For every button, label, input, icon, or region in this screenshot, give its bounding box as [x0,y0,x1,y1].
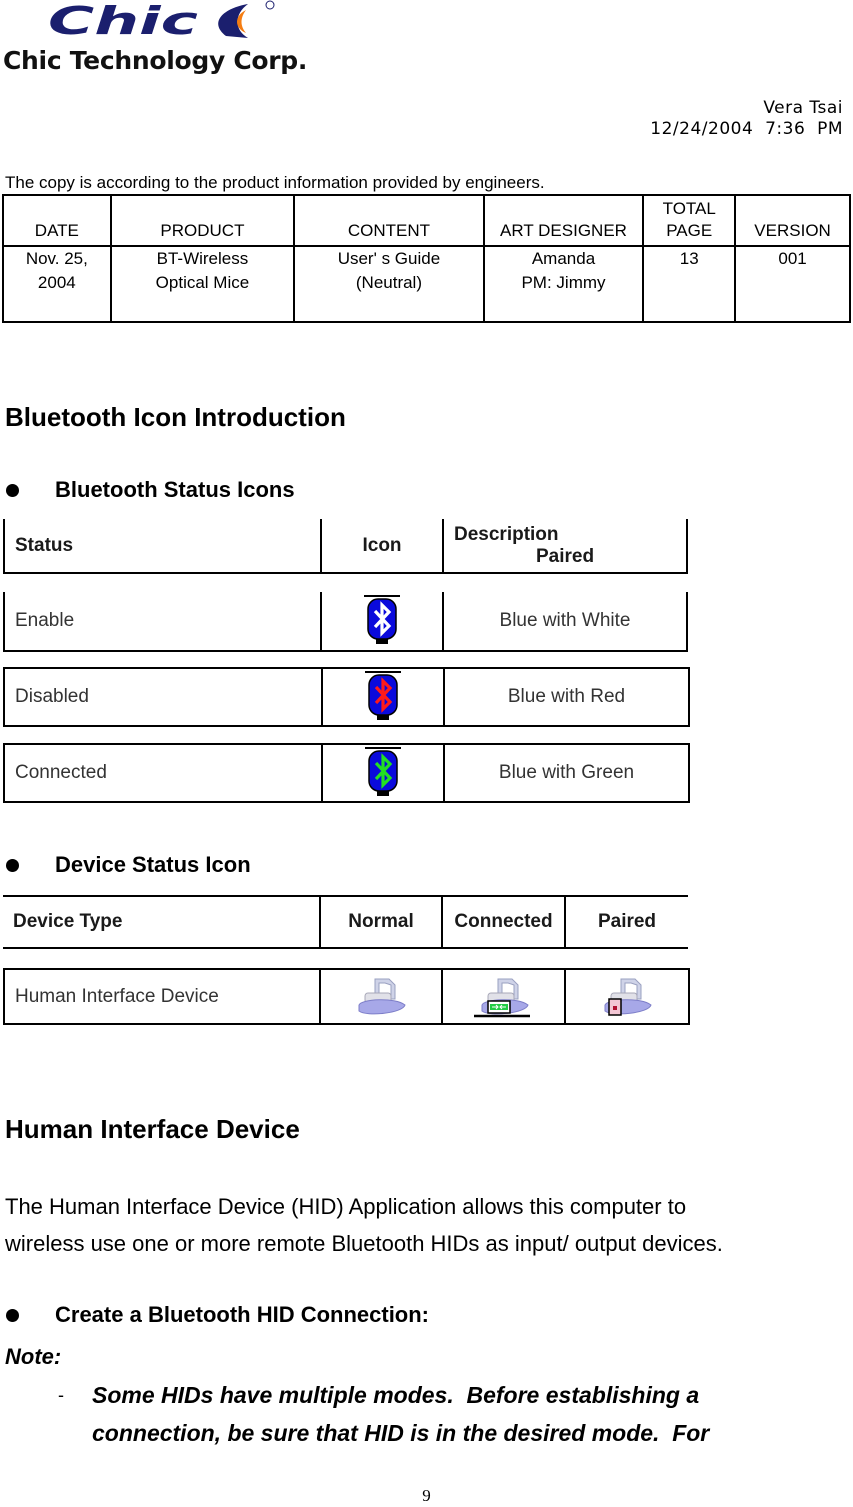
description-cell: Blue with Green [498,762,635,783]
copy-note: The copy is according to the product inf… [5,173,545,192]
bullet-bluetooth-status-icons: Bluetooth Status Icons [2,477,295,503]
date-line1: Nov. 25, [25,249,88,268]
connected-icon-cell [443,970,566,1023]
bt-status-row: Enable Blue with White [3,592,688,652]
hid-paragraph-line1: The Human Interface Device (HID) Applica… [5,1194,687,1219]
bt-status-row: Connected Blue with Green [3,743,690,803]
description-subheader-paired: Paired [536,545,595,567]
header-total-line2: PAGE [666,221,713,240]
header-version: VERSION [734,194,851,247]
bullet-dot-icon [6,858,19,872]
document-info-table: DATE PRODUCT CONTENT ART DESIGNER TOTAL P… [2,194,851,323]
device-type-cell: Human Interface Device [5,970,321,1023]
value-total-page: 13 [642,245,737,323]
col-connected-header: Connected [443,897,566,947]
hid-connected-icon [473,978,530,1017]
hid-paragraph-line2: wireless use one or more remote Bluetoot… [5,1231,723,1256]
col-paired-header: Paired [597,911,657,932]
status-cell: Connected [5,745,323,801]
chic-logo: Chic [48,0,275,40]
bullet-device-status-icon: Device Status Icon [2,852,251,878]
icon-base [377,715,389,720]
bluetooth-red-icon [365,671,401,720]
bt-status-row: Disabled Blue with Red [3,667,690,727]
col-device-type-header: Device Type [3,897,321,947]
status-cell: Enable [5,592,322,650]
col-status-header: Status [5,519,322,572]
status-cell: Disabled [5,669,323,725]
device-status-row: Human Interface Device [3,968,690,1025]
content-line2: (Neutral) [355,273,422,292]
icon-cell [323,669,445,725]
note-label: Note: [5,1344,62,1369]
value-date: Nov. 25, 2004 [2,245,112,323]
icon-base [376,639,388,644]
bt-status-header: Status Icon Description Paired [3,519,688,574]
note-line2: connection, be sure that HID is in the d… [92,1420,710,1446]
icon-cell [322,592,444,650]
logo-swoosh-icon [218,4,248,38]
product-line1: BT-Wireless [156,249,249,268]
icon-base [377,791,389,796]
bluetooth-green-icon [365,747,401,796]
value-product: BT-Wireless Optical Mice [109,245,296,323]
hid-paired-icon [604,978,652,1016]
device-status-header: Device Type Normal Connected Paired [3,895,688,949]
col-normal-header: Normal [321,897,443,947]
designer-line1: Amanda [531,249,596,268]
description-header-label: Description [454,523,559,545]
hid-normal-icon [358,978,406,1014]
product-line2: Optical Mice [155,273,250,292]
col-description-header: Description Paired [444,519,686,572]
bluetooth-white-icon [364,595,400,644]
date-line2: 2004 [37,273,76,292]
header-total-page: TOTAL PAGE [642,194,737,247]
registered-mark-icon [265,0,275,10]
description-cell: Blue with Red [507,686,626,707]
header-art-designer: ART DESIGNER [482,194,645,247]
bullet-dot-icon [6,1308,19,1322]
print-datetime: 12/24/2004 7:36 PM [650,119,843,139]
section-title-hid: Human Interface Device [5,1114,300,1144]
col-icon-header: Icon [322,519,444,572]
note-dash: - [58,1385,64,1405]
icon-cell [323,745,445,801]
bullet-create-hid-connection: Create a Bluetooth HID Connection: [2,1302,429,1328]
note-line1: Some HIDs have multiple modes. Before es… [92,1382,700,1408]
value-art-designer: Amanda PM: Jimmy [482,245,645,323]
description-cell: Blue with White [499,610,631,631]
content-line1: User' s Guide [337,249,441,268]
section-title-bluetooth-icons: Bluetooth Icon Introduction [5,402,346,432]
header-content: CONTENT [293,194,485,247]
header-total-line1: TOTAL [662,199,716,218]
header-date: DATE [2,194,112,247]
logo-brand-text: Chic [48,0,199,40]
bullet-dot-icon [6,483,19,497]
bullet-label: Device Status Icon [55,852,251,877]
paired-icon-cell [566,970,688,1023]
info-value-row: Nov. 25, 2004 BT-Wireless Optical Mice Use… [2,245,851,323]
page-number: 9 [422,1486,431,1505]
designer-line2: PM: Jimmy [521,273,606,292]
author-name: Vera Tsai [763,98,843,118]
info-header-row: DATE PRODUCT CONTENT ART DESIGNER TOTAL P… [2,194,851,247]
bullet-label: Create a Bluetooth HID Connection: [55,1302,430,1327]
company-name: Chic Technology Corp. [3,46,308,75]
author-block: Vera Tsai 12/24/2004 7:36 PM [650,98,843,140]
bullet-label: Bluetooth Status Icons [55,477,295,502]
normal-icon-cell [321,970,443,1023]
value-version: 001 [734,245,851,323]
value-content: User' s Guide (Neutral) [293,245,485,323]
header-product: PRODUCT [109,194,296,247]
